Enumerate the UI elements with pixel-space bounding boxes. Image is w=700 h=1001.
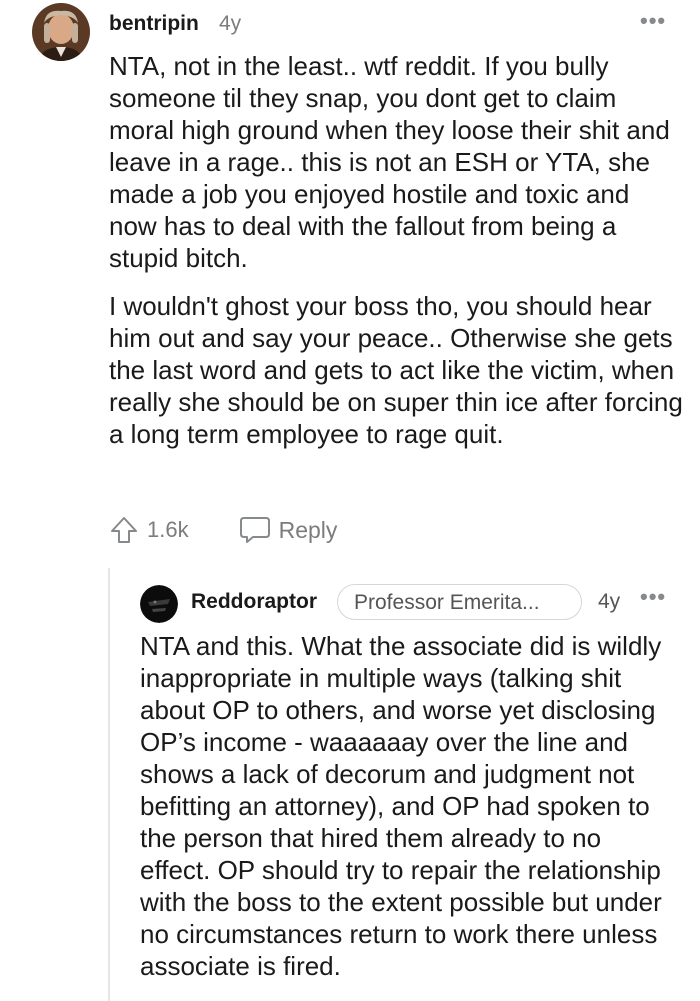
more-options-icon[interactable]: ••• xyxy=(640,8,666,34)
comment-age: 4y xyxy=(598,590,621,613)
comment-actions: 1.6k Reply xyxy=(109,510,337,550)
comment-age: 4y xyxy=(219,12,242,35)
thread-line[interactable] xyxy=(108,568,110,1001)
username[interactable]: bentripin xyxy=(109,12,199,36)
comment-paragraph: I wouldn't ghost your boss tho, you shou… xyxy=(109,291,683,449)
avatar[interactable] xyxy=(140,585,178,623)
comment-paragraph: NTA and this. What the associate did is … xyxy=(140,631,662,981)
more-options-icon[interactable]: ••• xyxy=(640,584,666,610)
username[interactable]: Reddoraptor xyxy=(191,590,317,614)
comment-paragraph: NTA, not in the least.. wtf reddit. If y… xyxy=(109,51,670,273)
vote-count: 1.6k xyxy=(147,517,189,542)
comment-body: NTA and this. What the associate did is … xyxy=(140,630,675,982)
reply-label: Reply xyxy=(278,516,338,543)
comment-body: NTA, not in the least.. wtf reddit. If y… xyxy=(109,50,684,466)
speech-bubble-icon xyxy=(239,517,270,543)
upvote-arrow-icon[interactable] xyxy=(109,515,139,545)
upvote-button[interactable]: 1.6k xyxy=(109,515,189,545)
avatar[interactable] xyxy=(32,3,90,61)
reply-button[interactable]: Reply xyxy=(239,515,338,545)
user-flair: Professor Emerita... xyxy=(337,584,582,620)
